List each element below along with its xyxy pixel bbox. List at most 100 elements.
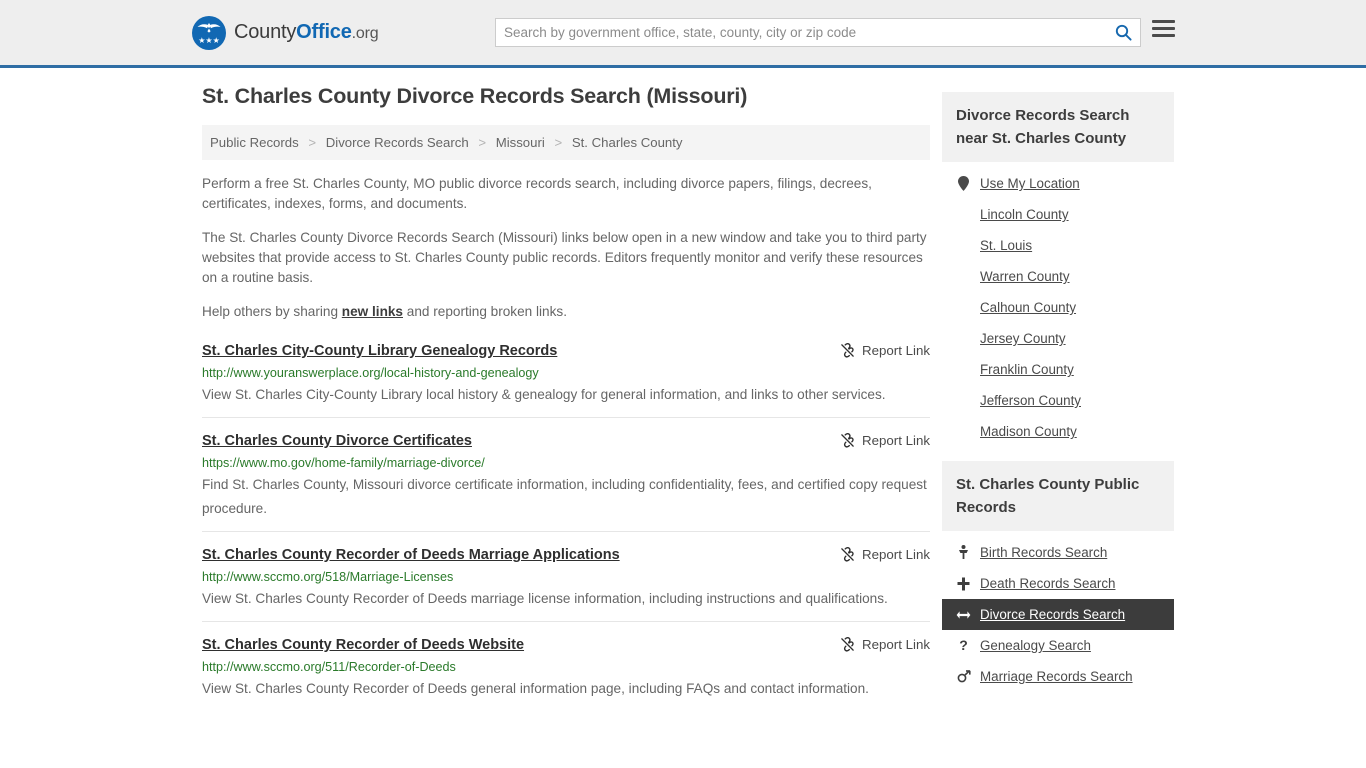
public-records-item-label: Genealogy Search (980, 638, 1091, 653)
share-text-before: Help others by sharing (202, 304, 342, 319)
result-description: View St. Charles County Recorder of Deed… (202, 591, 888, 606)
breadcrumb: Public Records > Divorce Records Search … (202, 125, 930, 160)
hamburger-menu-icon[interactable] (1152, 20, 1175, 37)
site-header: ★★★ CountyOffice.org (0, 0, 1366, 68)
result-title-link[interactable]: St. Charles County Recorder of Deeds Web… (202, 636, 524, 655)
nearby-item-label: Jefferson County (980, 393, 1081, 408)
results-list: St. Charles City-County Library Genealog… (202, 336, 930, 711)
brand-part-org: .org (351, 25, 379, 42)
nearby-item-label: Franklin County (980, 362, 1074, 377)
nearby-item-label: Calhoun County (980, 300, 1077, 315)
result-item: St. Charles City-County Library Genealog… (202, 336, 930, 417)
nearby-county-item[interactable]: Madison County (942, 416, 1174, 447)
result-item: St. Charles County Divorce Certificates R… (202, 417, 930, 531)
public-records-panel: St. Charles County Public Records Birth … (942, 461, 1174, 692)
main-content: St. Charles County Divorce Records Searc… (202, 68, 930, 711)
result-description: View St. Charles City-County Library loc… (202, 387, 886, 402)
baby-icon (956, 545, 971, 560)
intro-paragraph-2: The St. Charles County Divorce Records S… (202, 230, 927, 285)
nearby-item-label: St. Louis (980, 238, 1033, 253)
result-item: St. Charles County Recorder of Deeds Web… (202, 621, 930, 711)
baby-icon (959, 545, 968, 559)
brand-part-office: Office (296, 21, 352, 43)
public-records-item-label: Divorce Records Search (980, 607, 1126, 622)
public-records-item[interactable]: Death Records Search (942, 568, 1174, 599)
result-url: http://www.sccmo.org/518/Marriage-Licens… (202, 570, 454, 584)
stars-glyph: ★★★ (198, 35, 220, 45)
breadcrumb-item-2[interactable]: Missouri (496, 135, 545, 150)
nearby-county-item[interactable]: Warren County (942, 261, 1174, 292)
use-my-location-item[interactable]: Use My Location (942, 168, 1174, 199)
nearby-panel-heading: Divorce Records Search near St. Charles … (942, 92, 1174, 162)
cross-icon (957, 577, 970, 590)
brand-wordmark: CountyOffice.org (234, 21, 379, 44)
nearby-item-label: Lincoln County (980, 207, 1069, 222)
eagle-glyph (197, 22, 221, 33)
nearby-county-item[interactable]: Lincoln County (942, 199, 1174, 230)
public-records-item-label: Birth Records Search (980, 545, 1108, 560)
nearby-searches-panel: Divorce Records Search near St. Charles … (942, 92, 1174, 447)
nearby-list: Use My Location Lincoln County St. Louis Wa… (942, 162, 1174, 447)
result-header: St. Charles City-County Library Genealog… (202, 342, 930, 361)
cross-icon (956, 577, 971, 591)
result-url: http://www.youranswerplace.org/local-his… (202, 366, 539, 380)
broken-link-icon (841, 433, 854, 448)
result-url: http://www.sccmo.org/511/Recorder-of-Dee… (202, 660, 456, 674)
arrows-split-icon (956, 610, 971, 619)
nearby-county-item[interactable]: Franklin County (942, 354, 1174, 385)
result-description: Find St. Charles County, Missouri divorc… (202, 477, 927, 516)
report-link-button[interactable]: Report Link (826, 432, 930, 448)
result-header: St. Charles County Recorder of Deeds Mar… (202, 546, 930, 565)
new-links-link[interactable]: new links (342, 304, 403, 319)
nearby-item-label: Jersey County (980, 331, 1066, 346)
broken-link-icon (841, 343, 854, 358)
search-button[interactable] (1106, 19, 1140, 46)
breadcrumb-item-3: St. Charles County (571, 135, 683, 150)
report-link-button[interactable]: Report Link (826, 342, 930, 358)
arrows-split-icon (956, 609, 971, 621)
report-link-label: Report Link (862, 637, 930, 652)
public-records-item[interactable]: ? Genealogy Search (942, 630, 1174, 661)
result-title-link[interactable]: St. Charles City-County Library Genealog… (202, 342, 557, 361)
breadcrumb-separator-1: > (478, 135, 487, 150)
breadcrumb-item-0[interactable]: Public Records (210, 135, 299, 150)
nearby-county-item[interactable]: St. Louis (942, 230, 1174, 261)
report-link-button[interactable]: Report Link (826, 546, 930, 562)
result-url: https://www.mo.gov/home-family/marriage-… (202, 456, 485, 470)
brand-part-county: County (234, 21, 297, 43)
breadcrumb-item-1[interactable]: Divorce Records Search (326, 135, 469, 150)
result-description: View St. Charles County Recorder of Deed… (202, 681, 869, 696)
report-link-label: Report Link (862, 547, 930, 562)
broken-link-icon (841, 547, 854, 562)
public-records-item[interactable]: Marriage Records Search (942, 661, 1174, 692)
result-title-link[interactable]: St. Charles County Divorce Certificates (202, 432, 472, 451)
public-records-item[interactable]: Birth Records Search (942, 537, 1174, 568)
nearby-county-item[interactable]: Calhoun County (942, 292, 1174, 323)
result-item: St. Charles County Recorder of Deeds Mar… (202, 531, 930, 621)
nearby-county-item[interactable]: Jersey County (942, 323, 1174, 354)
hamburger-bar-2 (1152, 27, 1175, 30)
search-input[interactable] (496, 19, 1106, 46)
search-icon (1115, 24, 1132, 41)
search-bar (495, 18, 1141, 47)
question-mark-icon: ? (956, 638, 971, 653)
question-mark-icon: ? (959, 637, 968, 653)
public-records-item-label: Death Records Search (980, 576, 1116, 591)
report-link-button[interactable]: Report Link (826, 636, 930, 652)
nearby-item-label: Use My Location (980, 176, 1080, 191)
share-text-after: and reporting broken links. (403, 304, 567, 319)
public-records-item[interactable]: Divorce Records Search (942, 599, 1174, 630)
result-title-link[interactable]: St. Charles County Recorder of Deeds Mar… (202, 546, 620, 565)
breadcrumb-separator-2: > (554, 135, 563, 150)
eagle-seal-icon: ★★★ (192, 15, 226, 50)
public-records-list: Birth Records Search Death Records Search… (942, 531, 1174, 692)
nearby-county-item[interactable]: Jefferson County (942, 385, 1174, 416)
site-logo[interactable]: ★★★ CountyOffice.org (192, 15, 379, 50)
report-link-label: Report Link (862, 433, 930, 448)
map-pin-icon (958, 176, 969, 191)
nearby-item-label: Madison County (980, 424, 1077, 439)
hamburger-bar-3 (1152, 34, 1175, 37)
intro-paragraph-3: Help others by sharing new links and rep… (202, 302, 930, 322)
public-records-item-label: Marriage Records Search (980, 669, 1133, 684)
page-body: St. Charles County Divorce Records Searc… (0, 68, 1366, 711)
